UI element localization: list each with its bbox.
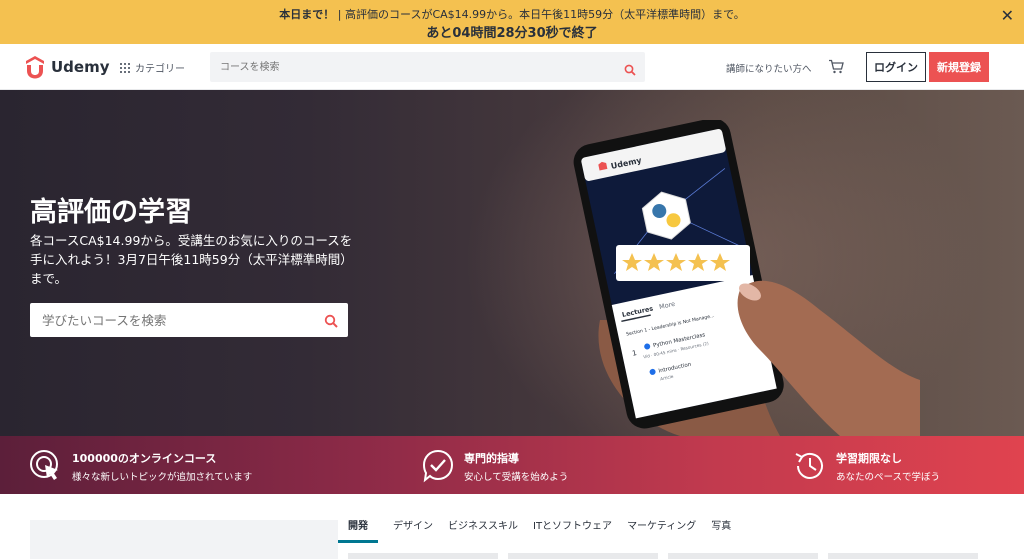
tab-it-software[interactable]: ITとソフトウェア — [533, 517, 612, 543]
category-tabs: 開発 デザイン ビジネススキル ITとソフトウェア マーケティング 写真 — [338, 517, 731, 543]
side-panel — [30, 520, 338, 559]
course-card[interactable] — [828, 553, 978, 559]
feature-title: 学習期限なし — [836, 451, 902, 465]
hero-search — [30, 303, 348, 337]
close-icon[interactable]: ✕ — [1001, 6, 1014, 25]
feature-subtitle: 安心して受講を始めよう — [464, 471, 569, 483]
categories-label: カテゴリー — [135, 64, 185, 75]
phone-illustration: Udemy Lectures More Section 1 - Leadersh… — [573, 120, 920, 436]
login-button[interactable]: ログイン — [866, 52, 926, 82]
hero-banner: Udemy Lectures More Section 1 - Leadersh… — [0, 90, 1024, 436]
tab-photography[interactable]: 写真 — [711, 517, 731, 543]
categories-menu[interactable]: カテゴリー — [120, 60, 185, 75]
hero-subtitle: 各コースCA$14.99から。受講生のお気に入りのコースを手に入れよう！3月7日… — [30, 233, 353, 286]
hero-title: 高評価の学習 — [30, 197, 192, 228]
teach-link[interactable]: 講師になりたい方へ — [726, 61, 812, 75]
search-icon[interactable] — [324, 313, 338, 332]
logo-text: Udemy — [51, 58, 110, 76]
signup-button[interactable]: 新規登録 — [929, 52, 989, 82]
feature-title: 専門的指導 — [464, 451, 519, 465]
udemy-logo[interactable]: Udemy — [22, 55, 110, 79]
hero-search-input[interactable] — [30, 303, 310, 337]
tab-development[interactable]: 開発 — [338, 517, 378, 543]
course-card[interactable] — [348, 553, 498, 559]
header-search — [210, 52, 645, 82]
search-input[interactable] — [210, 52, 610, 82]
promo-message: 本日まで！ | 高評価のコースがCA$14.99から。本日午後11時59分（太平… — [279, 8, 745, 21]
feature-instruction: 専門的指導 安心して受講を始めよう — [420, 448, 568, 484]
cart-icon[interactable] — [828, 59, 844, 78]
feature-subtitle: 様々な新しいトピックが追加されています — [72, 471, 253, 483]
features-bar: 100000のオンラインコース 様々な新しいトピックが追加されています 専門的指… — [0, 436, 1024, 494]
grid-icon — [120, 62, 130, 73]
course-card[interactable] — [668, 553, 818, 559]
feature-lifetime: 学習期限なし あなたのペースで学ぼう — [792, 448, 940, 484]
search-icon[interactable] — [624, 61, 636, 80]
rating-card — [616, 245, 750, 281]
promo-banner: 本日まで！ | 高評価のコースがCA$14.99から。本日午後11時59分（太平… — [0, 0, 1024, 44]
check-badge-icon — [422, 449, 454, 483]
target-cursor-icon — [30, 450, 58, 480]
feature-courses: 100000のオンラインコース 様々な新しいトピックが追加されています — [28, 448, 252, 484]
history-clock-icon — [795, 452, 823, 479]
tab-business[interactable]: ビジネススキル — [448, 517, 518, 543]
tab-design[interactable]: デザイン — [393, 517, 433, 543]
site-header: Udemy カテゴリー 講師になりたい方へ ログイン 新規登録 — [0, 44, 1024, 90]
promo-countdown: あと04時間28分30秒で終了 — [426, 26, 598, 41]
feature-title: 100000のオンラインコース — [72, 451, 217, 465]
udemy-logo-icon — [26, 56, 44, 79]
course-cards — [348, 553, 978, 559]
course-card[interactable] — [508, 553, 658, 559]
tab-marketing[interactable]: マーケティング — [627, 517, 696, 543]
feature-subtitle: あなたのペースで学ぼう — [836, 471, 941, 483]
